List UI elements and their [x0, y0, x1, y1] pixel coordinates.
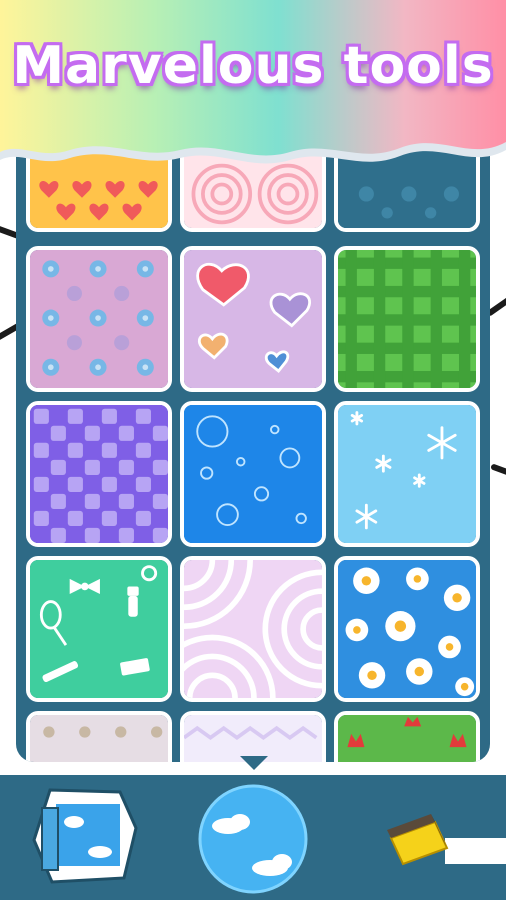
- pattern-tile-bubbles-blue[interactable]: [180, 401, 326, 547]
- pattern-tile-gingham-green[interactable]: [334, 246, 480, 392]
- panel-pointer: [240, 756, 268, 770]
- zigzag-lavender-pattern: [184, 715, 322, 762]
- pattern-tile-checker-violet[interactable]: [26, 401, 172, 547]
- tulips-green-pattern: [338, 715, 476, 762]
- pattern-tile-swirl-lavender[interactable]: [180, 556, 326, 702]
- pattern-tile-accessories-mint[interactable]: [26, 556, 172, 702]
- pattern-tile-zigzag-lavender[interactable]: [180, 711, 326, 762]
- daisies-blue-pattern: [338, 560, 476, 698]
- snowflakes-skyblue-pattern: [338, 405, 476, 543]
- pattern-tile-dots-gray[interactable]: [26, 711, 172, 762]
- pattern-tile-flowers-purple[interactable]: [26, 246, 172, 392]
- accessories-mint-pattern: [30, 560, 168, 698]
- checker-violet-pattern: [30, 405, 168, 543]
- pattern-panel: [16, 150, 490, 762]
- eraser-tool[interactable]: [385, 808, 506, 870]
- hearts-lilac-pattern: [184, 250, 322, 388]
- swirl-lavender-pattern: [184, 560, 322, 698]
- bubbles-blue-pattern: [184, 405, 322, 543]
- pattern-tile-snowflakes-skyblue[interactable]: [334, 401, 480, 547]
- banner-title: Marvelous tools: [12, 36, 494, 96]
- gingham-green-pattern: [338, 250, 476, 388]
- sky-background-tool[interactable]: [198, 784, 308, 894]
- pattern-tile-hearts-lilac[interactable]: [180, 246, 326, 392]
- paper-sheet-tool[interactable]: [32, 788, 140, 884]
- pattern-tile-tulips-green[interactable]: [334, 711, 480, 762]
- pattern-tile-daisies-blue[interactable]: [334, 556, 480, 702]
- dots-gray-pattern: [30, 715, 168, 762]
- flowers-purple-pattern: [30, 250, 168, 388]
